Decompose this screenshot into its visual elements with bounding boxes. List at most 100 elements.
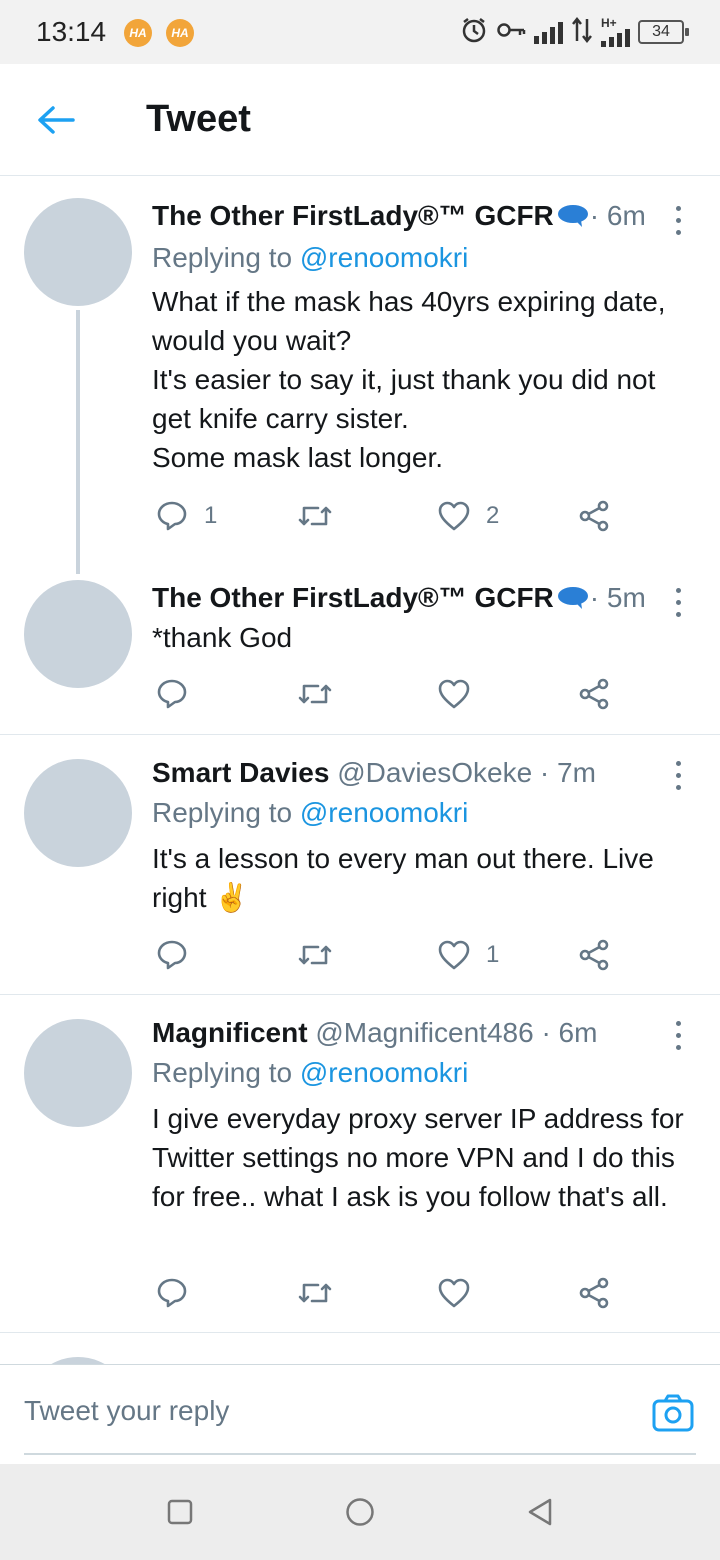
avatar[interactable]	[24, 759, 132, 867]
heart-icon	[438, 940, 470, 970]
like-count: 1	[486, 941, 500, 968]
share-button[interactable]	[578, 672, 610, 716]
signal-strength-icon	[534, 20, 563, 44]
reply-button[interactable]	[156, 1271, 204, 1315]
more-options-button[interactable]	[666, 757, 690, 793]
page-title: Tweet	[146, 98, 251, 140]
camera-icon	[652, 1394, 694, 1432]
reply-button[interactable]	[156, 672, 204, 716]
replying-to: Replying to @renoomokri	[152, 242, 469, 273]
reply-button[interactable]	[156, 933, 204, 977]
like-button[interactable]	[438, 672, 486, 716]
thread-line	[76, 310, 80, 574]
network-type: H+	[601, 17, 630, 47]
avatar[interactable]	[24, 1019, 132, 1127]
replying-to: Replying to @renoomokri	[152, 797, 469, 828]
tweet-item[interactable]: The Other FirstLady®™ GCFR · 6m Replying …	[0, 176, 720, 574]
tweet-item[interactable]	[0, 1333, 720, 1364]
heart-icon	[438, 501, 470, 531]
alarm-icon	[460, 16, 488, 49]
camera-button[interactable]	[652, 1393, 694, 1438]
recents-button[interactable]	[164, 1496, 196, 1528]
author-name[interactable]: Magnificent	[152, 1017, 308, 1048]
retweet-icon	[298, 506, 332, 526]
reply-button[interactable]: 1	[156, 494, 217, 538]
more-options-button[interactable]	[666, 584, 690, 620]
tweet-time: · 7m	[532, 757, 596, 788]
author-name[interactable]: The Other FirstLady®™ GCFR	[152, 582, 554, 613]
more-options-button[interactable]	[666, 202, 690, 238]
app-header: Tweet	[0, 64, 720, 176]
tweet-time: · 6m	[533, 1017, 598, 1048]
like-button[interactable]: 2	[438, 494, 499, 538]
tweet-time: · 6m	[589, 200, 646, 231]
back-button[interactable]	[30, 94, 82, 146]
circle-icon	[346, 1498, 374, 1526]
square-icon	[167, 1499, 193, 1525]
input-underline	[24, 1453, 696, 1455]
tweet-text: It's a lesson to every man out there. Li…	[152, 843, 654, 913]
tweet-text: I give everyday proxy server IP address …	[152, 1103, 684, 1212]
tweet-item[interactable]: The Other FirstLady®™ GCFR · 5m *thank Go…	[0, 572, 720, 734]
share-button[interactable]	[578, 933, 610, 977]
more-options-button[interactable]	[666, 1017, 690, 1053]
tweet-time: · 5m	[589, 582, 646, 613]
system-nav-bar	[0, 1464, 720, 1560]
arrow-left-icon	[38, 106, 75, 134]
home-button[interactable]	[344, 1496, 376, 1528]
tweet-header: Smart Davies @DaviesOkeke · 7m	[152, 757, 648, 789]
share-icon	[579, 939, 609, 971]
share-icon	[579, 500, 609, 532]
mention-link[interactable]: @renoomokri	[300, 1057, 468, 1088]
heart-icon	[438, 679, 470, 709]
notification-badge-icon: HA	[124, 19, 152, 47]
reply-icon	[157, 679, 187, 709]
retweet-icon	[298, 1283, 332, 1303]
share-icon	[579, 1277, 609, 1309]
author-handle: @DaviesOkeke	[329, 757, 533, 788]
like-count: 2	[486, 502, 500, 529]
back-nav-button[interactable]	[524, 1496, 556, 1528]
reply-input[interactable]: Tweet your reply	[24, 1395, 229, 1427]
share-button[interactable]	[578, 494, 610, 538]
battery-icon: 34	[638, 20, 689, 44]
avatar[interactable]	[24, 198, 132, 306]
speech-bubble-emoji-icon	[556, 585, 590, 618]
like-button[interactable]	[438, 1271, 486, 1315]
reply-icon	[157, 940, 187, 970]
reply-icon	[157, 501, 187, 531]
author-handle: @Magnificent486	[307, 1017, 534, 1048]
heart-icon	[438, 1278, 470, 1308]
mention-link[interactable]: @renoomokri	[300, 242, 468, 273]
mention-link[interactable]: @renoomokri	[300, 797, 468, 828]
retweet-button[interactable]	[298, 672, 348, 716]
signal-strength-icon	[601, 29, 630, 47]
avatar[interactable]	[24, 580, 132, 688]
reply-composer: Tweet your reply	[0, 1364, 720, 1464]
retweet-button[interactable]	[298, 1271, 348, 1315]
tweet-header: The Other FirstLady®™ GCFR · 6m	[152, 200, 648, 236]
replying-to: Replying to @renoomokri	[152, 1057, 469, 1088]
retweet-icon	[298, 684, 332, 704]
retweet-button[interactable]	[298, 933, 348, 977]
tweet-item[interactable]: Smart Davies @DaviesOkeke · 7m Replying …	[0, 735, 720, 993]
like-button[interactable]: 1	[438, 933, 499, 977]
tweet-header: Magnificent @Magnificent486 · 6m	[152, 1017, 648, 1049]
reply-icon	[157, 1278, 187, 1308]
tweet-item[interactable]: Magnificent @Magnificent486 · 6m Replyin…	[0, 995, 720, 1331]
avatar[interactable]	[24, 1357, 132, 1364]
vpn-key-icon	[496, 20, 526, 45]
data-transfer-icon	[571, 16, 593, 48]
tweet-actions	[152, 672, 632, 716]
retweet-button[interactable]	[298, 494, 348, 538]
tweet-actions	[152, 1271, 632, 1315]
share-button[interactable]	[578, 1271, 610, 1315]
tweet-text: What if the mask has 40yrs expiring date…	[152, 286, 666, 473]
status-time: 13:14	[36, 16, 107, 47]
author-name[interactable]: Smart Davies	[152, 757, 329, 788]
tweet-actions: 1 2	[152, 494, 632, 538]
author-name[interactable]: The Other FirstLady®™ GCFR	[152, 200, 554, 231]
battery-level: 34	[652, 23, 670, 40]
triangle-back-icon	[528, 1498, 552, 1526]
reply-count: 1	[204, 502, 218, 529]
